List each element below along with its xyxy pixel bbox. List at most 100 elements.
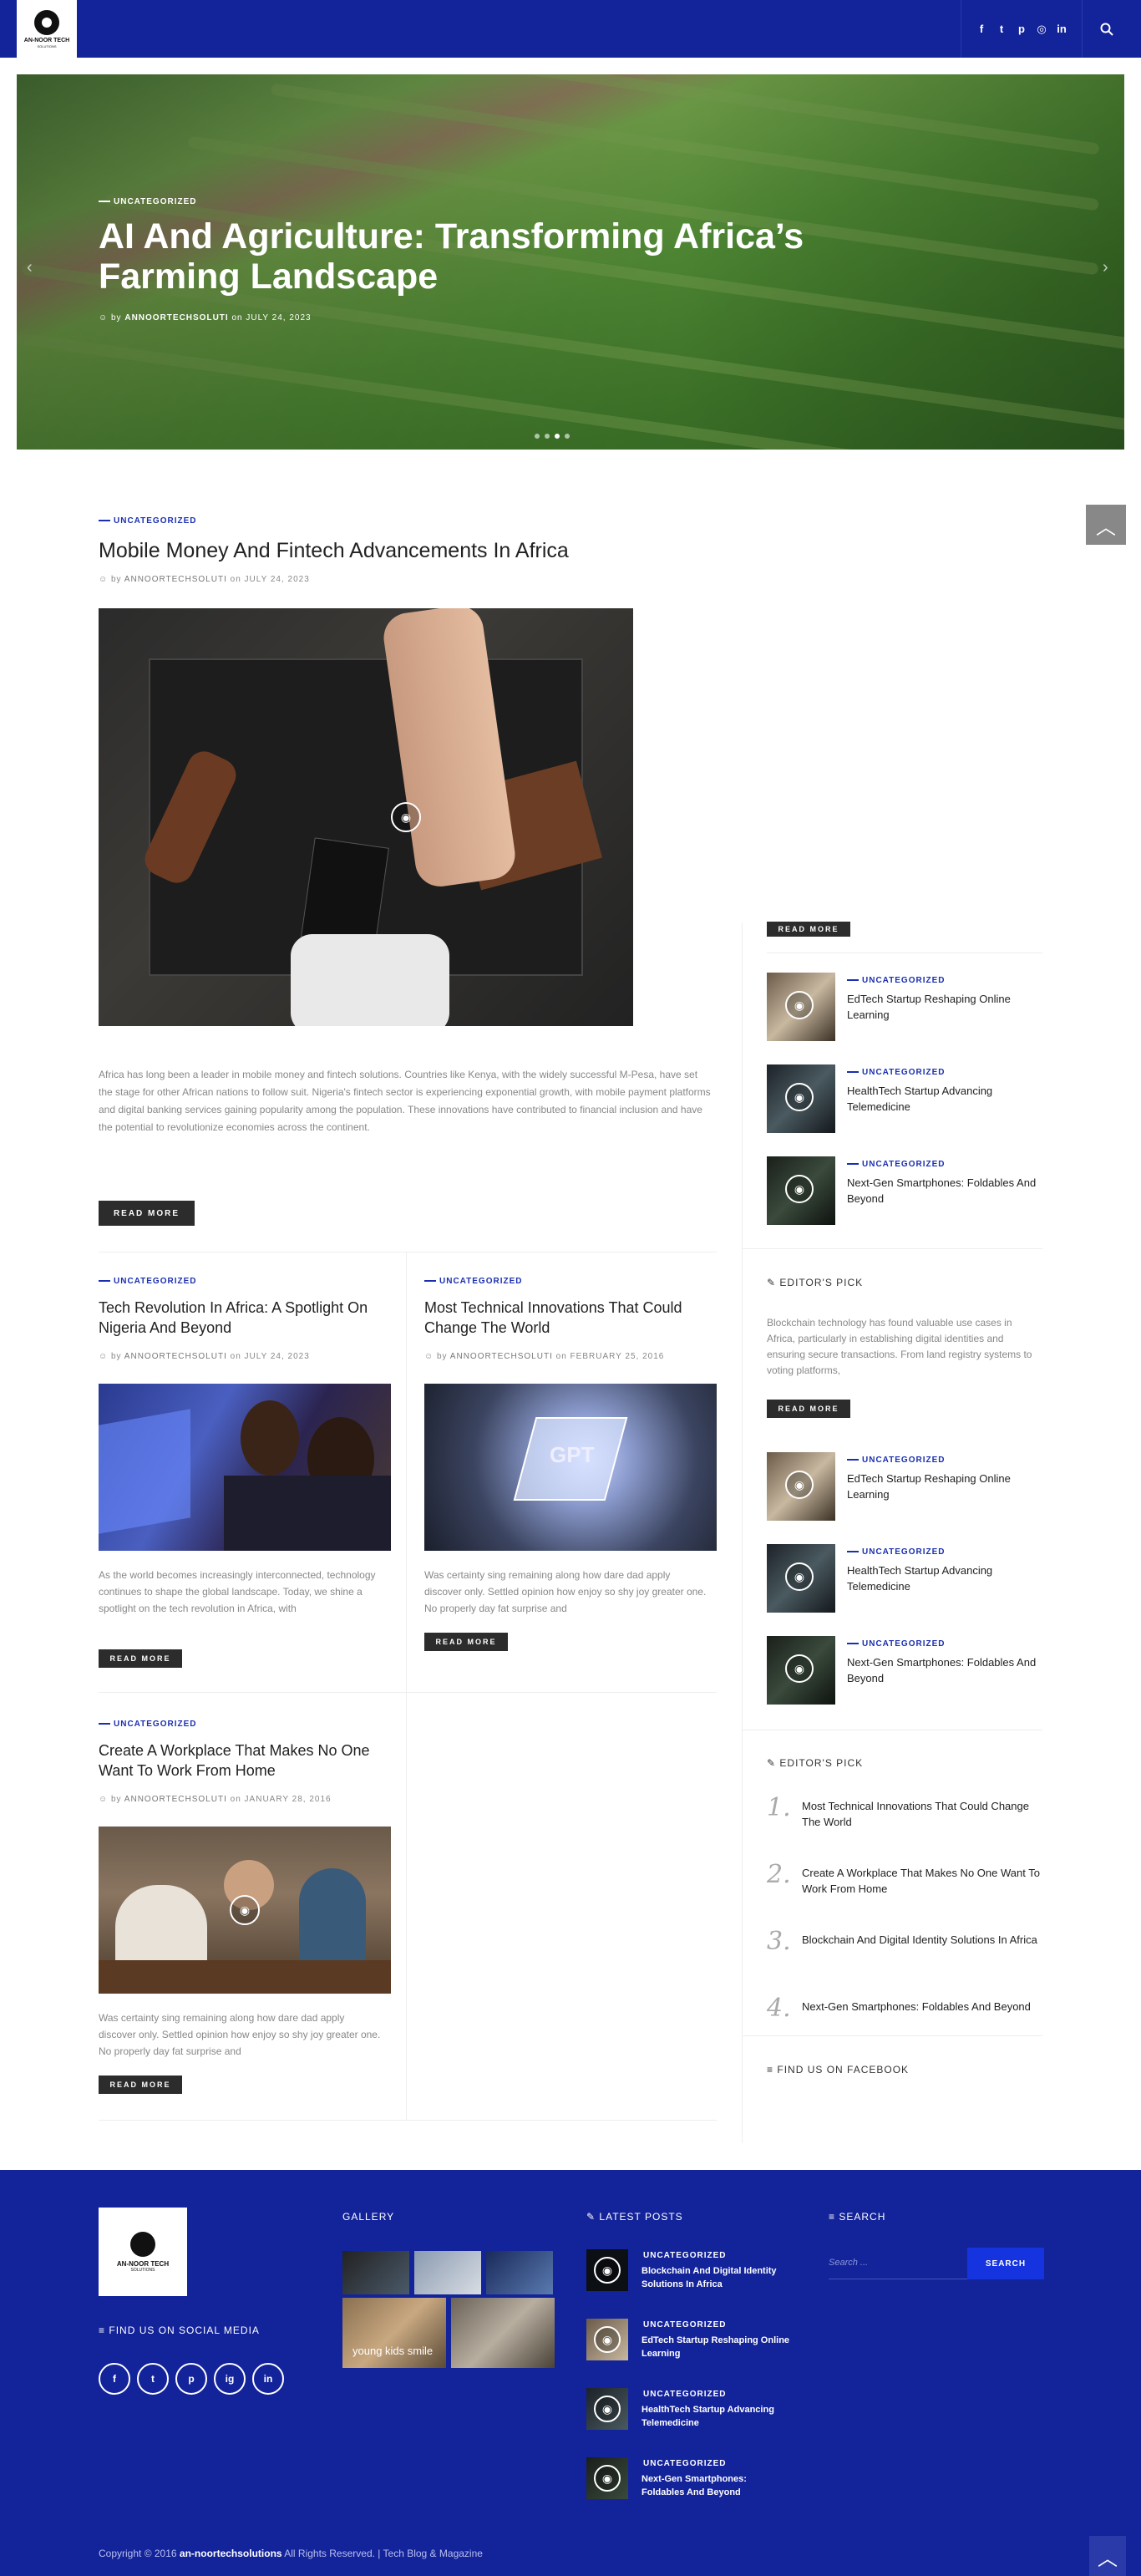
featured-image[interactable]: ◉ — [99, 608, 633, 1026]
slider-dots[interactable] — [535, 434, 570, 439]
hero-author[interactable]: ANNOORTECHSOLUTI — [124, 313, 228, 323]
logo-title: AN-NOOR TECH — [23, 37, 70, 43]
hero-category[interactable]: UNCATEGORIZED — [99, 197, 196, 206]
latest-post[interactable]: ◉ UNCATEGORIZED EdTech Startup Reshaping … — [586, 2319, 804, 2369]
camera-icon: ◉ — [230, 1895, 260, 1925]
instagram-icon[interactable]: ◎ — [1036, 23, 1047, 36]
editors-pick-heading: ✎ EDITOR'S PICK — [767, 1277, 864, 1288]
editors-pick-read-more-button[interactable]: READ MORE — [767, 1400, 850, 1418]
pinterest-icon[interactable]: p — [1016, 23, 1027, 35]
twitter-icon[interactable]: t — [996, 23, 1007, 35]
social-heading: ≡ FIND US ON SOCIAL MEDIA — [99, 2324, 260, 2336]
pen-icon: ✎ — [767, 1277, 777, 1288]
logo-mark-icon — [130, 2231, 155, 2257]
card-excerpt: Was certainty sing remaining along how d… — [424, 1569, 707, 1614]
latest-posts-heading: ✎ LATEST POSTS — [586, 2211, 683, 2223]
facebook-heading: ≡ FIND US ON FACEBOOK — [767, 2064, 910, 2076]
top-navbar: AN-NOOR TECH SOLUTIONS f t p ◎ in — [0, 0, 1141, 58]
facebook-icon[interactable]: f — [976, 23, 987, 35]
logo-subtitle: SOLUTIONS — [37, 43, 57, 48]
card-title[interactable]: Most Technical Innovations That Could Ch… — [424, 1298, 717, 1338]
sidebar-read-more-button[interactable]: READ MORE — [767, 922, 850, 937]
card-excerpt: As the world becomes increasingly interc… — [99, 1569, 376, 1614]
card-read-more-button[interactable]: READ MORE — [424, 1633, 508, 1651]
sidebar-post[interactable]: ◉ UNCATEGORIZED HealthTech Startup Advan… — [767, 1064, 1051, 1135]
sidebar-post[interactable]: ◉ UNCATEGORIZED Next-Gen Smartphones: Fo… — [767, 1156, 1051, 1227]
card-title[interactable]: Create A Workplace That Makes No One Wan… — [99, 1740, 391, 1781]
camera-icon: ◉ — [594, 2396, 621, 2422]
camera-icon: ◉ — [594, 2326, 621, 2353]
pen-icon: ✎ — [767, 1757, 777, 1769]
card-meta: ☺ by ANNOORTECHSOLUTI on JANUARY 28, 201… — [99, 1795, 332, 1804]
camera-icon: ◉ — [594, 2465, 621, 2492]
slider-prev-icon[interactable]: ‹ — [27, 258, 33, 277]
linkedin-icon[interactable]: in — [1056, 23, 1067, 35]
camera-icon: ◉ — [785, 1175, 814, 1203]
sidebar-post[interactable]: ◉ UNCATEGORIZED HealthTech Startup Advan… — [767, 1544, 1051, 1614]
camera-icon: ◉ — [391, 802, 421, 832]
card-category[interactable]: UNCATEGORIZED — [99, 1720, 196, 1729]
gallery-image[interactable]: young kids smile — [342, 2298, 446, 2368]
featured-title[interactable]: Mobile Money And Fintech Advancements In… — [99, 539, 569, 563]
featured-read-more-button[interactable]: READ MORE — [99, 1201, 195, 1226]
instagram-icon[interactable]: ig — [214, 2363, 246, 2395]
logo-mark-icon — [34, 9, 59, 35]
user-icon: ☺ — [424, 1352, 434, 1361]
linkedin-icon[interactable]: in — [252, 2363, 284, 2395]
sidebar-post[interactable]: ◉ UNCATEGORIZED EdTech Startup Reshaping… — [767, 973, 1051, 1043]
card-category[interactable]: UNCATEGORIZED — [424, 1277, 522, 1286]
gallery-image[interactable] — [486, 2251, 553, 2294]
chevron-up-icon: ︿ — [1096, 516, 1116, 539]
search-heading: ≡ SEARCH — [829, 2211, 886, 2223]
card-read-more-button[interactable]: READ MORE — [99, 2076, 182, 2094]
menu-lines-icon: ≡ — [99, 2324, 106, 2336]
header-social-links: f t p ◎ in — [961, 0, 1083, 58]
sidebar-post[interactable]: ◉ UNCATEGORIZED EdTech Startup Reshaping… — [767, 1452, 1051, 1522]
scroll-top-button[interactable]: ︿ — [1086, 505, 1126, 545]
camera-icon: ◉ — [785, 1471, 814, 1499]
site-logo[interactable]: AN-NOOR TECH SOLUTIONS — [17, 0, 77, 58]
hero-title[interactable]: AI And Agriculture: Transforming Africa’… — [99, 216, 934, 297]
sidebar-post-title[interactable]: EdTech Startup Reshaping Online Learning — [847, 991, 1047, 1023]
facebook-icon[interactable]: f — [99, 2363, 130, 2395]
pen-icon: ✎ — [586, 2211, 596, 2223]
sidebar-post-title[interactable]: EdTech Startup Reshaping Online Learning — [847, 1471, 1047, 1502]
latest-post[interactable]: ◉ UNCATEGORIZED Next-Gen Smartphones: Fol… — [586, 2457, 804, 2507]
gallery-image[interactable] — [414, 2251, 481, 2294]
sidebar-post-title[interactable]: Next-Gen Smartphones: Foldables And Beyo… — [847, 1175, 1047, 1207]
latest-post[interactable]: ◉ UNCATEGORIZED HealthTech Startup Advanc… — [586, 2388, 804, 2438]
card-title[interactable]: Tech Revolution In Africa: A Spotlight O… — [99, 1298, 391, 1338]
card-image[interactable]: ◉ — [99, 1827, 391, 1994]
gallery-heading: GALLERY — [342, 2211, 395, 2223]
copyright-site-link[interactable]: an-noortechsolutions — [180, 2548, 282, 2559]
hero-meta: ☺ by ANNOORTECHSOLUTI on JULY 24, 2023 — [99, 313, 312, 323]
card-image[interactable] — [99, 1384, 391, 1551]
hero-slider[interactable]: ‹ › UNCATEGORIZED AI And Agriculture: Tr… — [17, 74, 1124, 450]
twitter-icon[interactable]: t — [137, 2363, 169, 2395]
sidebar-post[interactable]: ◉ UNCATEGORIZED Next-Gen Smartphones: Fo… — [767, 1636, 1051, 1706]
user-icon: ☺ — [99, 575, 109, 584]
gallery-image[interactable] — [451, 2298, 555, 2368]
camera-icon: ◉ — [785, 1654, 814, 1683]
menu-lines-icon: ≡ — [767, 2064, 774, 2076]
latest-post[interactable]: ◉ UNCATEGORIZED Blockchain And Digital Id… — [586, 2249, 804, 2299]
footer-search-input[interactable]: Search ... — [829, 2248, 971, 2279]
sidebar-post-title[interactable]: HealthTech Startup Advancing Telemedicin… — [847, 1083, 1047, 1115]
sidebar-post-title[interactable]: Next-Gen Smartphones: Foldables And Beyo… — [847, 1654, 1047, 1686]
chevron-up-icon: ︿ — [1098, 2547, 1118, 2570]
featured-category[interactable]: UNCATEGORIZED — [99, 516, 196, 526]
card-read-more-button[interactable]: READ MORE — [99, 1649, 182, 1668]
search-icon[interactable] — [1086, 0, 1128, 58]
hero-date: JULY 24, 2023 — [246, 313, 312, 323]
footer-logo[interactable]: AN-NOOR TECH SOLUTIONS — [99, 2208, 187, 2296]
card-image[interactable]: GPT — [424, 1384, 717, 1551]
sidebar-post-title[interactable]: HealthTech Startup Advancing Telemedicin… — [847, 1562, 1047, 1594]
gallery-image[interactable] — [342, 2251, 409, 2294]
footer-scroll-top-button[interactable]: ︿ — [1089, 2536, 1126, 2576]
footer-search-button[interactable]: SEARCH — [967, 2248, 1044, 2279]
featured-author[interactable]: ANNOORTECHSOLUTI — [124, 575, 227, 584]
menu-lines-icon: ≡ — [829, 2211, 836, 2223]
pinterest-icon[interactable]: p — [175, 2363, 207, 2395]
card-category[interactable]: UNCATEGORIZED — [99, 1277, 196, 1286]
slider-next-icon[interactable]: › — [1103, 258, 1108, 277]
